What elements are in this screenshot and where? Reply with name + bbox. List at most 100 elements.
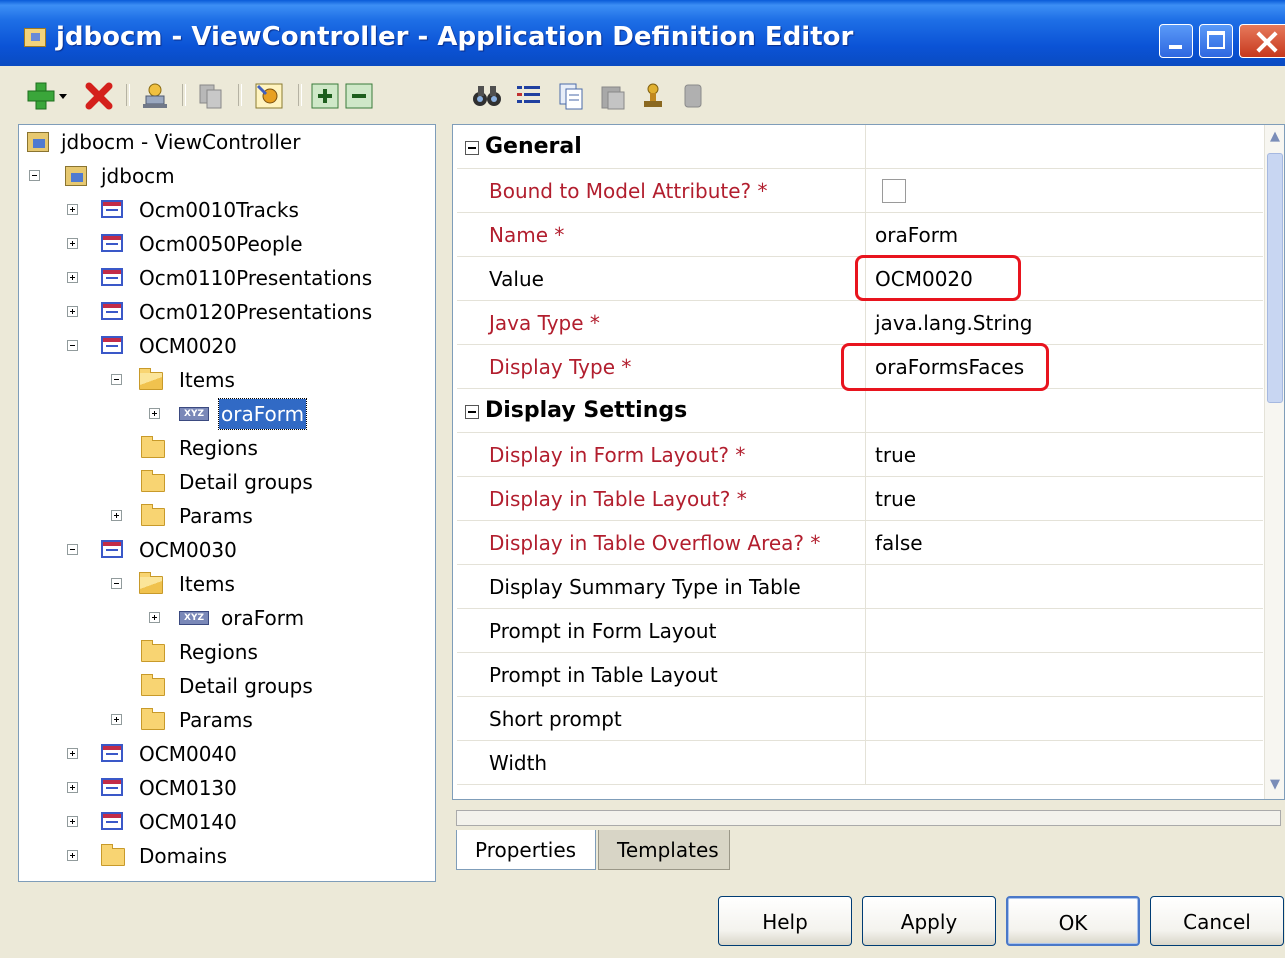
- property-value[interactable]: true: [875, 433, 916, 477]
- collapse-icon[interactable]: [29, 170, 40, 181]
- paste-disabled-icon: [601, 86, 625, 110]
- tree-node-params[interactable]: Params: [23, 705, 423, 735]
- collapse-icon[interactable]: [111, 374, 122, 385]
- expand-icon[interactable]: [67, 204, 78, 215]
- tree-node-items[interactable]: Items: [23, 569, 423, 599]
- add-dropdown-arrow-icon[interactable]: [58, 82, 68, 110]
- navigator-tree[interactable]: jdbocm - ViewController jdbocm Ocm0010Tr…: [18, 124, 436, 882]
- expand-icon[interactable]: [111, 714, 122, 725]
- expand-icon[interactable]: [111, 510, 122, 521]
- tab-templates[interactable]: Templates: [598, 830, 730, 870]
- scrollbar-thumb[interactable]: [1267, 153, 1283, 403]
- tree-node-ocm0140[interactable]: OCM0140: [23, 807, 423, 837]
- expand-icon[interactable]: [149, 612, 160, 623]
- expand-icon[interactable]: [67, 272, 78, 283]
- tree-node-ocm0110presentations[interactable]: Ocm0110Presentations: [23, 263, 423, 293]
- collapse-icon[interactable]: [67, 340, 78, 351]
- prop-row-width[interactable]: Width: [457, 741, 1263, 785]
- scroll-up-arrow-icon[interactable]: ▲: [1268, 129, 1282, 145]
- section-display-settings[interactable]: Display Settings: [457, 389, 1263, 433]
- expand-icon[interactable]: [67, 816, 78, 827]
- generate-icon[interactable]: [254, 82, 284, 110]
- tree-node-domains[interactable]: Domains: [23, 841, 423, 871]
- tree-node-jdbocm[interactable]: jdbocm: [23, 161, 423, 191]
- tree-node-regions[interactable]: Regions: [23, 637, 423, 667]
- expand-all-icon[interactable]: [310, 82, 340, 110]
- prop-row-prompt-form-layout[interactable]: Prompt in Form Layout: [457, 609, 1263, 653]
- expand-icon[interactable]: [67, 850, 78, 861]
- expand-icon[interactable]: [67, 306, 78, 317]
- prop-row-display-summary-type[interactable]: Display Summary Type in Table: [457, 565, 1263, 609]
- property-name: Value: [489, 267, 544, 291]
- tree-node-regions[interactable]: Regions: [23, 433, 423, 463]
- tree-node-oraform-selected[interactable]: XYZ oraForm: [23, 398, 423, 430]
- tree-node-ocm0040[interactable]: OCM0040: [23, 739, 423, 769]
- prop-row-short-prompt[interactable]: Short prompt: [457, 697, 1263, 741]
- property-inspector: General Bound to Model Attribute? * Name…: [452, 124, 1285, 800]
- tree-node-label: OCM0030: [139, 538, 237, 562]
- collapse-icon[interactable]: [67, 544, 78, 555]
- expand-icon[interactable]: [67, 238, 78, 249]
- list-view-icon[interactable]: [514, 82, 544, 110]
- maximize-button[interactable]: [1199, 24, 1233, 58]
- tree-node-label: Regions: [179, 640, 258, 664]
- bound-to-model-checkbox[interactable]: [882, 179, 906, 203]
- tree-node-ocm0010tracks[interactable]: Ocm0010Tracks: [23, 195, 423, 225]
- prop-row-java-type[interactable]: Java Type * java.lang.String: [457, 301, 1263, 345]
- add-icon[interactable]: [26, 82, 56, 110]
- property-name: Width: [489, 751, 548, 775]
- property-value[interactable]: false: [875, 521, 923, 565]
- window-title: jdbocm - ViewController - Application De…: [56, 22, 854, 52]
- ok-button[interactable]: OK: [1006, 896, 1140, 946]
- delete-icon[interactable]: [84, 82, 114, 110]
- tree-node-detail-groups[interactable]: Detail groups: [23, 467, 423, 497]
- expand-icon[interactable]: [149, 408, 160, 419]
- expand-icon[interactable]: [67, 748, 78, 759]
- tree-node-oraform[interactable]: XYZ oraForm: [23, 603, 423, 633]
- find-binoculars-icon[interactable]: [472, 82, 502, 110]
- tree-node-params[interactable]: Params: [23, 501, 423, 531]
- cancel-button[interactable]: Cancel: [1150, 896, 1284, 946]
- user-stamp-icon[interactable]: [140, 82, 170, 110]
- tree-node-items[interactable]: Items: [23, 365, 423, 395]
- prop-row-display-table-overflow[interactable]: Display in Table Overflow Area? * false: [457, 521, 1263, 565]
- prop-row-prompt-table-layout[interactable]: Prompt in Table Layout: [457, 653, 1263, 697]
- help-button[interactable]: Help: [718, 896, 852, 946]
- tree-node-ocm0130[interactable]: OCM0130: [23, 773, 423, 803]
- tree-node-ocm0050people[interactable]: Ocm0050People: [23, 229, 423, 259]
- section-general[interactable]: General: [457, 125, 1263, 169]
- scroll-down-arrow-icon[interactable]: ▼: [1268, 777, 1282, 793]
- properties-vertical-scrollbar[interactable]: ▲ ▼: [1264, 125, 1284, 799]
- property-value[interactable]: java.lang.String: [875, 301, 1033, 345]
- property-name: Display Summary Type in Table: [489, 575, 801, 599]
- prop-row-bound-to-model[interactable]: Bound to Model Attribute? *: [457, 169, 1263, 213]
- properties-horizontal-scrollbar[interactable]: [456, 810, 1281, 826]
- tree-node-detail-groups[interactable]: Detail groups: [23, 671, 423, 701]
- tree-node-ocm0120presentations[interactable]: Ocm0120Presentations: [23, 297, 423, 327]
- prop-row-name[interactable]: Name * oraForm: [457, 213, 1263, 257]
- collapse-icon[interactable]: [111, 578, 122, 589]
- tab-properties[interactable]: Properties: [456, 830, 596, 870]
- collapse-section-icon[interactable]: [465, 405, 479, 419]
- column-divider: [865, 125, 866, 169]
- minimize-button[interactable]: [1159, 24, 1193, 58]
- property-value[interactable]: oraForm: [875, 213, 958, 257]
- folder-icon: [101, 844, 125, 866]
- collapse-all-icon[interactable]: [344, 82, 374, 110]
- expand-icon[interactable]: [67, 782, 78, 793]
- apply-button[interactable]: Apply: [862, 896, 996, 946]
- copy-properties-icon[interactable]: [556, 82, 586, 110]
- tree-node-ocm0020[interactable]: OCM0020: [23, 331, 423, 361]
- tree-node-label: jdbocm - ViewController: [61, 130, 301, 154]
- column-divider: [865, 389, 866, 433]
- stamp-icon[interactable]: [638, 82, 668, 110]
- property-name: Display in Table Layout? *: [489, 487, 747, 511]
- prop-row-display-table-layout[interactable]: Display in Table Layout? * true: [457, 477, 1263, 521]
- title-bar[interactable]: jdbocm - ViewController - Application De…: [0, 0, 1285, 66]
- prop-row-display-form-layout[interactable]: Display in Form Layout? * true: [457, 433, 1263, 477]
- collapse-section-icon[interactable]: [465, 141, 479, 155]
- tree-node-root[interactable]: jdbocm - ViewController: [23, 127, 423, 157]
- property-value[interactable]: true: [875, 477, 916, 521]
- close-button[interactable]: [1239, 24, 1285, 58]
- tree-node-ocm0030[interactable]: OCM0030: [23, 535, 423, 565]
